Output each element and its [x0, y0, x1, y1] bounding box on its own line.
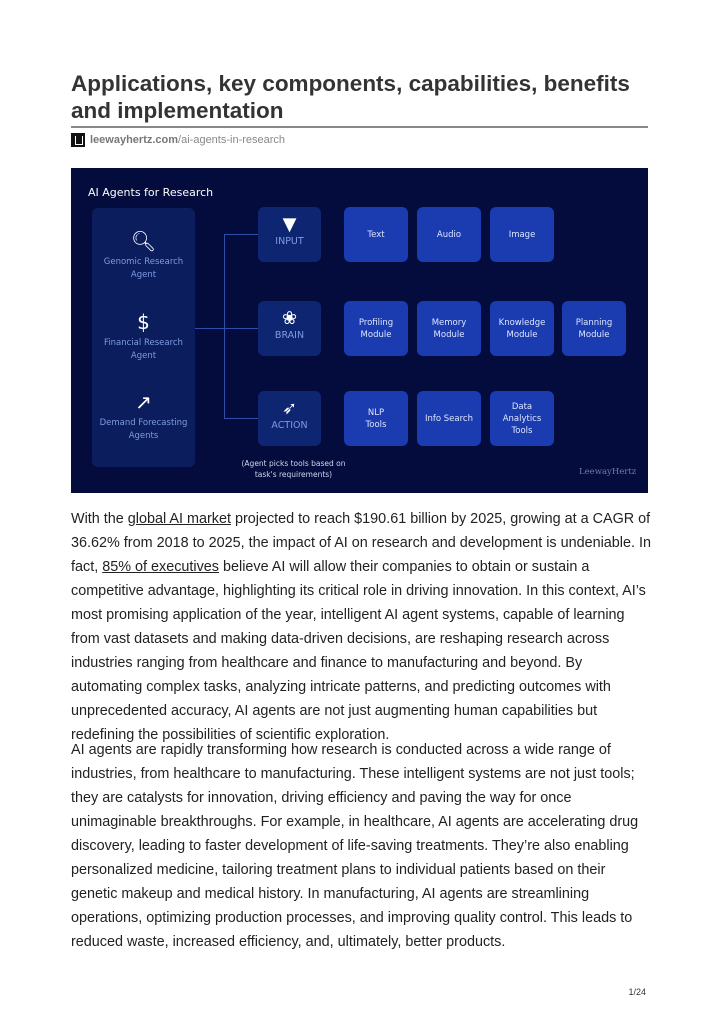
item-box: Info Search: [417, 391, 481, 446]
dna-magnifier-icon: 🔍︎: [130, 229, 157, 253]
page-number: 1/24: [628, 987, 646, 997]
agent-label: Financial Research Agent: [104, 338, 183, 361]
item-box: NLP Tools: [344, 391, 408, 446]
brain-icon: ❀: [281, 308, 298, 329]
connector-line: [224, 234, 225, 419]
item-box: Planning Module: [562, 301, 626, 356]
source-domain: leewayhertz.com: [90, 134, 179, 146]
page-title: Applications, key components, capabiliti…: [71, 71, 630, 123]
divider: [71, 126, 648, 128]
agent-financial: $ Financial Research Agent: [92, 311, 195, 363]
paragraph-1: With the global AI market projected to r…: [71, 507, 651, 747]
item-box: Image: [490, 207, 554, 262]
executives-link[interactable]: 85% of executives: [102, 559, 219, 575]
agent-genomic: 🔍︎ Genomic Research Agent: [92, 230, 195, 282]
item-box: Data Analytics Tools: [490, 391, 554, 446]
agent-label: Demand Forecasting Agents: [99, 418, 188, 441]
category-label: INPUT: [275, 236, 304, 247]
category-label: BRAIN: [274, 330, 305, 341]
agents-panel: 🔍︎ Genomic Research Agent $ Financial Rese…: [92, 208, 195, 467]
item-box: Knowledge Module: [490, 301, 554, 356]
category-input: ▼ INPUT: [258, 207, 321, 262]
item-box: Text: [344, 207, 408, 262]
source-path: /ai-agents-in-research: [178, 134, 286, 146]
category-action: ➶ ACTION: [258, 391, 321, 446]
category-label: ACTION: [271, 420, 308, 431]
global-ai-market-link[interactable]: global AI market: [128, 511, 231, 527]
connector-line: [224, 418, 258, 419]
connector-line: [195, 328, 258, 329]
category-brain: ❀ BRAIN: [258, 301, 321, 356]
connector-line: [224, 234, 258, 235]
item-box: Audio: [417, 207, 481, 262]
source-link[interactable]: leewayhertz.com/ai-agents-in-research: [71, 133, 285, 147]
dollar-magnifier-icon: $: [137, 310, 150, 334]
paragraph-2: AI agents are rapidly transforming how r…: [71, 742, 639, 950]
watermark: LeewayHertz: [579, 467, 637, 477]
agent-label: Genomic Research Agent: [103, 257, 184, 280]
site-logo-icon: [71, 133, 85, 147]
text: With the: [71, 511, 128, 527]
ai-agents-diagram: AI Agents for Research 🔍︎ Genomic Researc…: [71, 168, 648, 493]
text: believe AI will allow their companies to…: [71, 559, 646, 743]
diagram-note: (Agent picks tools based on task's requi…: [241, 459, 346, 479]
diagram-title: AI Agents for Research: [88, 186, 214, 199]
chart-growth-icon: ↗: [135, 390, 152, 414]
funnel-icon: ▼: [282, 214, 297, 235]
item-box: Profiling Module: [344, 301, 408, 356]
agent-demand: ↗ Demand Forecasting Agents: [92, 391, 195, 443]
item-box: Memory Module: [417, 301, 481, 356]
target-arrow-icon: ➶: [281, 398, 298, 419]
